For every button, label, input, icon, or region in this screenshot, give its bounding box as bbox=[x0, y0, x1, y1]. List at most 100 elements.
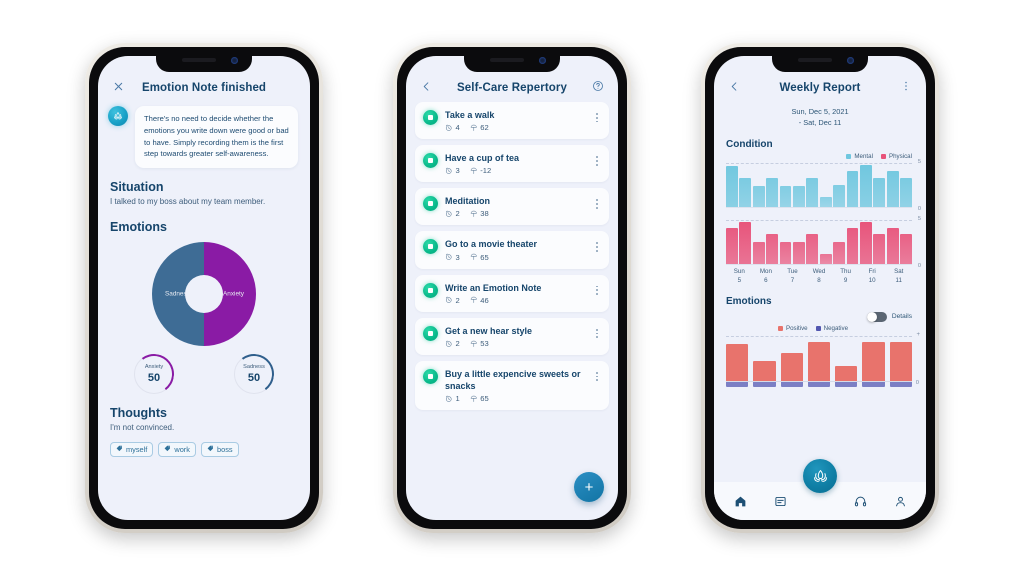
count-metric: 3 bbox=[445, 166, 460, 175]
emotions-legend: Positive Negative bbox=[714, 322, 926, 332]
headphones-icon[interactable] bbox=[849, 490, 871, 512]
chevron-left-icon[interactable] bbox=[724, 76, 744, 96]
axis-baseline bbox=[726, 263, 912, 265]
score-metric: 38 bbox=[470, 209, 489, 218]
add-button[interactable]: + bbox=[574, 472, 604, 502]
bar bbox=[739, 178, 752, 208]
score-metric: 62 bbox=[470, 123, 489, 132]
details-toggle-label: Details bbox=[891, 313, 912, 321]
phone-screen: Weekly Report Sun, Dec 5, 2021 - Sat, Dec… bbox=[714, 56, 926, 520]
list-item-body: Get a new hear style 2 53 bbox=[445, 325, 589, 348]
score-value: 65 bbox=[480, 394, 489, 404]
page-title: Weekly Report bbox=[779, 82, 861, 94]
list-item[interactable]: Take a walk 4 62 bbox=[415, 102, 609, 140]
day-name: Wed bbox=[812, 267, 826, 275]
bar bbox=[873, 178, 886, 208]
count-metric: 2 bbox=[445, 296, 460, 305]
item-menu-icon[interactable] bbox=[596, 325, 603, 339]
bar-column bbox=[780, 336, 803, 394]
tag-icon bbox=[207, 445, 214, 454]
notes-icon[interactable] bbox=[769, 490, 791, 512]
list-item[interactable]: Write an Emotion Note 2 46 bbox=[415, 274, 609, 312]
day-name: Sun bbox=[733, 267, 745, 275]
bar bbox=[739, 221, 752, 265]
thoughts-heading: Thoughts bbox=[110, 406, 167, 421]
item-menu-icon[interactable] bbox=[596, 238, 603, 252]
details-toggle[interactable] bbox=[866, 311, 887, 322]
emotions-heading: Emotions bbox=[726, 295, 772, 307]
legend-item-mental: Mental bbox=[846, 153, 873, 160]
bar-group bbox=[726, 163, 912, 208]
activity-icon bbox=[423, 368, 438, 384]
tip-card-text: There's no need to decide whether the em… bbox=[135, 106, 298, 169]
bar bbox=[833, 185, 846, 208]
bar bbox=[792, 186, 805, 208]
list-item-meta: 2 38 bbox=[445, 209, 589, 218]
phone-bezel: Emotion Note finished There's no need to… bbox=[89, 47, 319, 529]
positive-bar bbox=[726, 343, 749, 382]
list-item[interactable]: Go to a movie theater 3 65 bbox=[415, 231, 609, 269]
axis-plus-label: + bbox=[916, 331, 920, 338]
day-number: 8 bbox=[817, 277, 821, 285]
profile-icon[interactable] bbox=[889, 490, 911, 512]
item-menu-icon[interactable] bbox=[596, 152, 603, 166]
count-metric: 2 bbox=[445, 209, 460, 218]
tag-chip[interactable]: work bbox=[158, 442, 196, 458]
details-toggle-row: Details bbox=[714, 307, 926, 322]
thoughts-text: I'm not convinced. bbox=[110, 423, 175, 433]
screen-content: Take a walk 4 62 Have a cup of tea 3 -12 Medit… bbox=[406, 98, 618, 520]
bar bbox=[859, 221, 872, 265]
bar-column bbox=[726, 336, 749, 394]
day-label: Sat 11 bbox=[885, 267, 912, 286]
score-metric: 65 bbox=[470, 394, 489, 403]
list-item-meta: 2 46 bbox=[445, 296, 589, 305]
day-number: 7 bbox=[790, 277, 795, 285]
physical-bar-chart: 5 0 bbox=[726, 216, 921, 269]
chevron-left-icon[interactable] bbox=[416, 76, 436, 96]
tag-chip[interactable]: myself bbox=[110, 442, 154, 458]
list-item-body: Buy a little expencive sweets or snacks 1… bbox=[445, 368, 589, 403]
score-metric: 53 bbox=[470, 339, 489, 348]
negative-bar bbox=[807, 381, 831, 388]
list-item[interactable]: Meditation 2 38 bbox=[415, 188, 609, 226]
tag-label: myself bbox=[126, 445, 148, 455]
screen-content: Sun, Dec 5, 2021- Sat, Dec 11 Condition … bbox=[714, 98, 926, 520]
list-item[interactable]: Get a new hear style 2 53 bbox=[415, 317, 609, 355]
count-value: 2 bbox=[455, 338, 460, 348]
help-circle-icon[interactable] bbox=[588, 76, 608, 96]
close-icon[interactable] bbox=[108, 76, 128, 96]
more-vertical-icon[interactable] bbox=[896, 76, 916, 96]
legend-item-negative: Negative bbox=[815, 325, 848, 332]
phone-frame: Self-Care Repertory Take a walk 4 62 Have a… bbox=[393, 43, 631, 533]
bar bbox=[806, 178, 819, 208]
list-item[interactable]: Buy a little expencive sweets or snacks 1… bbox=[415, 360, 609, 411]
day-number: 10 bbox=[868, 277, 876, 285]
axis-max-label: 5 bbox=[917, 215, 921, 222]
item-menu-icon[interactable] bbox=[596, 282, 603, 295]
donut-hole bbox=[185, 275, 223, 314]
phone-frame: Weekly Report Sun, Dec 5, 2021 - Sat, Dec… bbox=[701, 43, 939, 533]
list-item-meta: 1 65 bbox=[445, 394, 589, 403]
bar bbox=[752, 242, 765, 265]
item-menu-icon[interactable] bbox=[596, 368, 603, 382]
list-item[interactable]: Have a cup of tea 3 -12 bbox=[415, 145, 609, 183]
date-range-line: Sun, Dec 5, 2021 bbox=[791, 107, 849, 116]
bar bbox=[806, 234, 819, 265]
lotus-fab-icon[interactable] bbox=[803, 459, 837, 493]
axis-min-label: 0 bbox=[917, 262, 921, 269]
bar bbox=[886, 228, 899, 265]
front-camera bbox=[231, 57, 238, 64]
tag-chip[interactable]: boss bbox=[200, 442, 239, 458]
home-icon[interactable] bbox=[729, 490, 751, 512]
activity-icon bbox=[423, 196, 438, 212]
page-title: Emotion Note finished bbox=[141, 82, 267, 94]
item-menu-icon[interactable] bbox=[596, 109, 603, 123]
item-menu-icon[interactable] bbox=[596, 195, 603, 209]
bar-column bbox=[753, 336, 776, 394]
tag-list: myself work boss bbox=[98, 434, 310, 458]
day-label: Tue 7 bbox=[779, 267, 806, 286]
activity-icon bbox=[423, 282, 438, 298]
day-label: Wed 8 bbox=[806, 267, 833, 286]
positive-bar bbox=[835, 366, 858, 382]
legend-item-physical: Physical bbox=[880, 153, 912, 160]
